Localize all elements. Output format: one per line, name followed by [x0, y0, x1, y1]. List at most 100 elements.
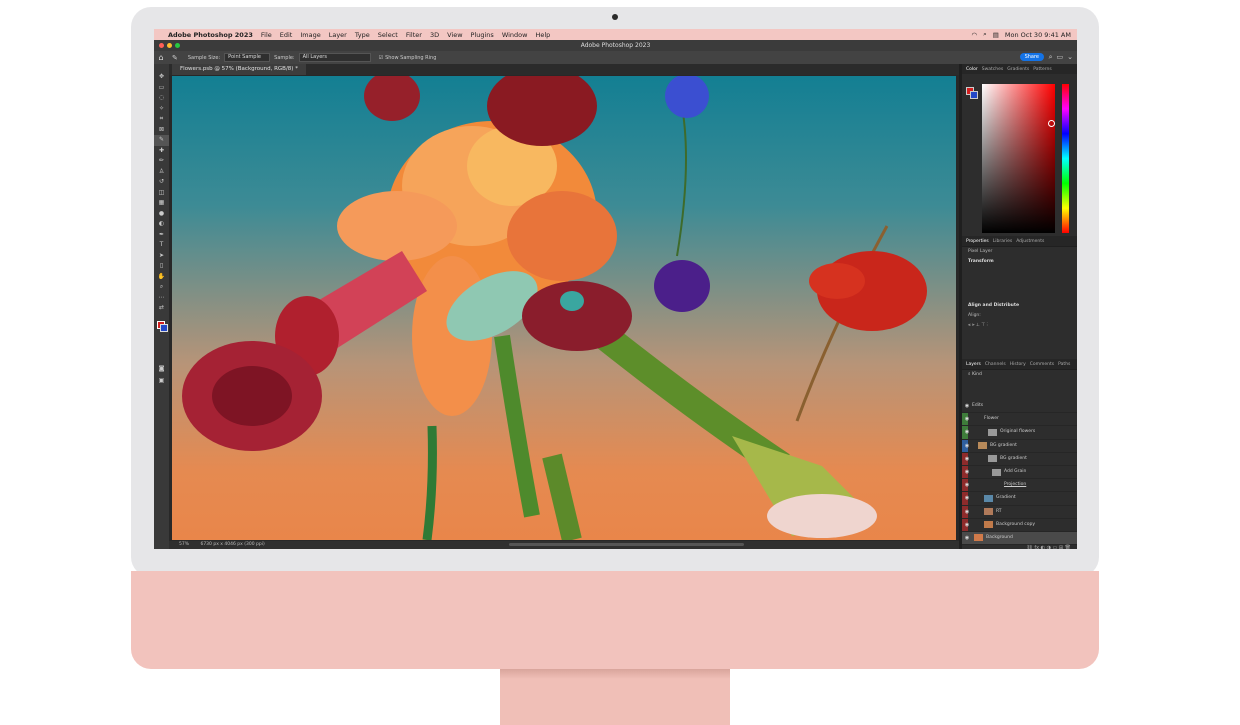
search-icon[interactable]: ⌕ — [1049, 53, 1053, 62]
pen-tool-icon[interactable]: ✒ — [154, 230, 169, 241]
menu-view[interactable]: View — [447, 31, 462, 39]
layer-row[interactable]: ◉ RT — [962, 506, 1077, 519]
layer-row[interactable]: ◉ Background copy — [962, 519, 1077, 532]
menu-window[interactable]: Window — [502, 31, 528, 39]
visibility-eye-icon[interactable]: ◉ — [962, 466, 972, 478]
visibility-eye-icon[interactable]: ◉ — [962, 519, 972, 531]
hand-tool-icon[interactable]: ✋ — [154, 272, 169, 283]
zoom-level[interactable]: 57% — [179, 542, 189, 547]
visibility-eye-icon[interactable]: ◉ — [962, 506, 972, 518]
visibility-eye-icon[interactable]: ◉ — [962, 532, 972, 544]
visibility-eye-icon[interactable]: ◉ — [962, 440, 972, 452]
healing-brush-tool-icon[interactable]: ✚ — [154, 146, 169, 157]
spotlight-search-icon[interactable]: ⌕ — [983, 30, 987, 39]
tab-patterns[interactable]: Patterns — [1033, 67, 1052, 72]
eyedropper-tool-icon[interactable]: ✎ — [154, 135, 169, 146]
history-brush-tool-icon[interactable]: ↺ — [154, 177, 169, 188]
chevron-down-icon[interactable]: ⌄ — [1067, 53, 1073, 62]
background-color-swatch[interactable] — [160, 324, 168, 332]
sample-size-select[interactable]: Point Sample — [224, 53, 271, 62]
close-window-button[interactable] — [159, 43, 164, 48]
type-tool-icon[interactable]: T — [154, 240, 169, 251]
zoom-window-button[interactable] — [175, 43, 180, 48]
share-button[interactable]: Share — [1019, 53, 1044, 61]
tab-layers[interactable]: Layers — [966, 362, 981, 367]
gradient-tool-icon[interactable]: ▦ — [154, 198, 169, 209]
home-icon[interactable]: ⌂ — [154, 53, 168, 62]
layer-row[interactable]: ◉ BG gradient — [962, 440, 1077, 453]
layer-row[interactable]: ◉ Edits — [962, 400, 1077, 414]
layer-kind-filter[interactable]: ⌕ Kind — [962, 370, 1077, 380]
more-tools-icon[interactable]: ⋯ — [154, 293, 169, 304]
menu-file[interactable]: File — [261, 31, 272, 39]
menu-layer[interactable]: Layer — [329, 31, 347, 39]
tab-color[interactable]: Color — [966, 67, 978, 72]
quick-mask-icon[interactable]: ◙ — [154, 364, 169, 375]
picker-ring-icon[interactable] — [1048, 120, 1055, 127]
quick-select-tool-icon[interactable]: ✧ — [154, 104, 169, 115]
document-tab[interactable]: Flowers.psb @ 57% (Background, RGB/8) * — [172, 64, 306, 75]
dodge-tool-icon[interactable]: ◐ — [154, 219, 169, 230]
visibility-eye-icon[interactable]: ◉ — [962, 479, 972, 491]
control-center-icon[interactable]: ▤ — [993, 31, 999, 39]
menubar-clock[interactable]: Mon Oct 30 9:41 AM — [1005, 31, 1071, 39]
visibility-eye-icon[interactable]: ◉ — [962, 413, 972, 425]
tab-paths[interactable]: Paths — [1058, 362, 1070, 367]
visibility-eye-icon[interactable]: ◉ — [962, 492, 972, 504]
move-tool-icon[interactable]: ✥ — [154, 72, 169, 83]
eyedropper-preset-icon[interactable]: ✎ — [172, 54, 178, 62]
color-picker-field[interactable] — [982, 84, 1055, 233]
hue-slider[interactable] — [1062, 84, 1069, 233]
brush-tool-icon[interactable]: ✏ — [154, 156, 169, 167]
tab-gradients[interactable]: Gradients — [1007, 67, 1029, 72]
visibility-eye-icon[interactable]: ◉ — [962, 426, 972, 438]
blur-tool-icon[interactable]: ● — [154, 209, 169, 220]
show-sampling-ring-checkbox[interactable]: ☑ — [379, 55, 383, 61]
layer-row[interactable]: ◉ Add Grain — [962, 466, 1077, 480]
marquee-tool-icon[interactable]: ▭ — [154, 83, 169, 94]
rectangle-tool-icon[interactable]: ▯ — [154, 261, 169, 272]
flowers-artwork[interactable] — [172, 76, 956, 540]
visibility-eye-icon[interactable]: ◉ — [962, 453, 972, 465]
visibility-eye-icon[interactable]: ◉ — [962, 400, 972, 412]
workspace-icon[interactable]: ▭ — [1057, 53, 1064, 62]
menu-plugins[interactable]: Plugins — [471, 31, 494, 39]
layers-footer-icons[interactable]: ⛓ fx ◐ ◑ ▭ ⊞ 🗑 — [962, 545, 1077, 549]
layer-row[interactable]: ◉ BG gradient — [962, 453, 1077, 466]
sample-select[interactable]: All Layers — [298, 53, 371, 62]
path-select-tool-icon[interactable]: ➤ — [154, 251, 169, 262]
horizontal-scrollbar[interactable] — [509, 543, 744, 546]
tab-swatches[interactable]: Swatches — [982, 67, 1004, 72]
align-section[interactable]: Align and Distribute — [962, 301, 1077, 311]
layer-row[interactable]: ◉ Original flowers — [962, 426, 1077, 440]
menu-image[interactable]: Image — [300, 31, 320, 39]
crop-tool-icon[interactable]: ⌗ — [154, 114, 169, 125]
transform-section[interactable]: Transform — [962, 257, 1077, 267]
layer-row[interactable]: ◉ Flower — [962, 413, 1077, 427]
menu-select[interactable]: Select — [378, 31, 398, 39]
menu-edit[interactable]: Edit — [280, 31, 293, 39]
tab-history[interactable]: History — [1010, 362, 1026, 367]
menu-type[interactable]: Type — [355, 31, 370, 39]
wifi-icon[interactable]: ◠ — [971, 31, 977, 39]
menu-filter[interactable]: Filter — [406, 31, 422, 39]
tab-properties[interactable]: Properties — [966, 239, 989, 244]
default-colors-icon[interactable]: ⇄ — [154, 303, 169, 314]
tab-comments[interactable]: Comments — [1030, 362, 1054, 367]
lasso-tool-icon[interactable]: ◌ — [154, 93, 169, 104]
eraser-tool-icon[interactable]: ◫ — [154, 188, 169, 199]
layer-row[interactable]: ◉ Gradient — [962, 492, 1077, 506]
menu-3d[interactable]: 3D — [430, 31, 439, 39]
frame-tool-icon[interactable]: ⊠ — [154, 125, 169, 136]
layer-row[interactable]: ◉ Projection — [962, 479, 1077, 493]
menu-help[interactable]: Help — [535, 31, 550, 39]
clone-stamp-tool-icon[interactable]: ♙ — [154, 167, 169, 178]
screen-mode-icon[interactable]: ▣ — [154, 376, 169, 387]
tab-channels[interactable]: Channels — [985, 362, 1006, 367]
tab-libraries[interactable]: Libraries — [993, 239, 1012, 244]
tab-adjustments[interactable]: Adjustments — [1016, 239, 1044, 244]
canvas-area[interactable] — [169, 75, 959, 541]
layer-row[interactable]: ◉ Background — [962, 531, 1077, 546]
app-menu[interactable]: Adobe Photoshop 2023 — [168, 31, 253, 39]
align-buttons[interactable]: ⫷ ⫸ ⊥ ⊤ ⫶ — [962, 321, 1077, 331]
